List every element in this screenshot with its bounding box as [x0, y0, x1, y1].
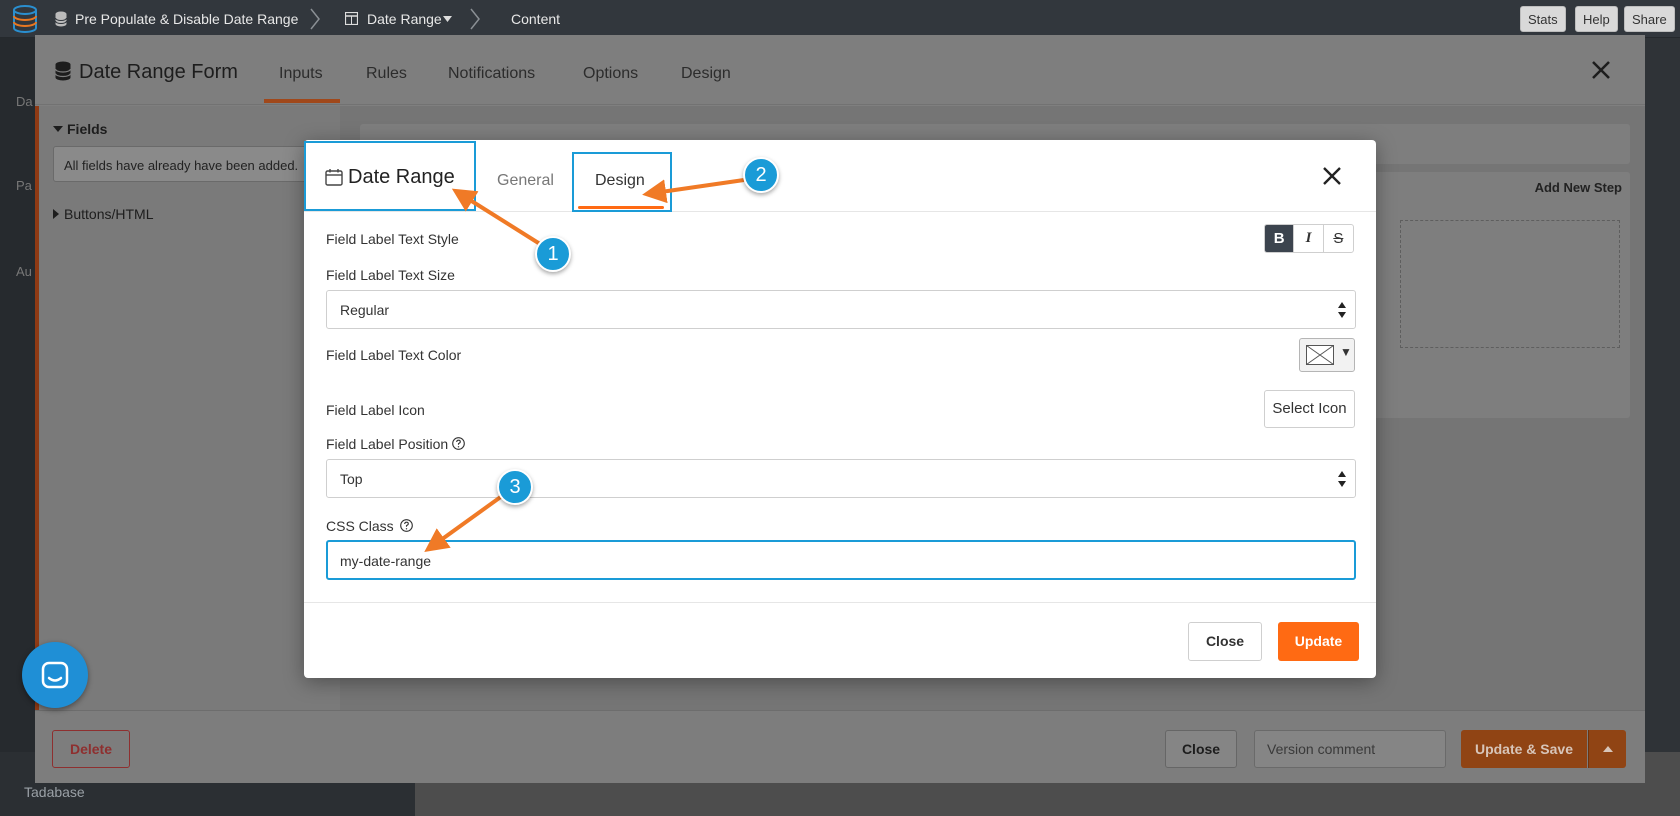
breadcrumb-table[interactable]: Date Range [367, 11, 442, 27]
fields-heading-label: Fields [67, 121, 108, 137]
strikethrough-button[interactable]: S [1324, 225, 1353, 252]
label-text-style-label: Field Label Text Style [326, 231, 459, 247]
tab-inputs[interactable]: Inputs [279, 65, 323, 83]
delete-button[interactable]: Delete [52, 730, 130, 768]
buttons-html-section[interactable]: Buttons/HTML [53, 206, 153, 222]
chevron-down-icon[interactable] [443, 16, 452, 22]
label-position-label: Field Label Position [326, 436, 449, 452]
form-editor-header: Date Range Form Inputs Rules Notificatio… [35, 35, 1645, 105]
caret-right-icon [53, 209, 59, 219]
css-class-label: CSS Class [326, 518, 394, 534]
add-new-step-link[interactable]: Add New Step [1535, 180, 1622, 195]
form-editor-footer: Delete Close Version comment Update & Sa… [35, 710, 1645, 783]
tab-general[interactable]: General [497, 172, 554, 190]
help-icon[interactable] [400, 519, 413, 532]
text-style-group: B I S [1264, 224, 1354, 253]
calendar-icon [325, 169, 343, 186]
close-icon[interactable] [1590, 59, 1612, 81]
select-arrows-icon [1338, 471, 1346, 487]
caret-down-icon [53, 126, 63, 132]
update-button[interactable]: Update [1278, 622, 1359, 661]
tab-options[interactable]: Options [583, 65, 638, 83]
chat-icon [41, 661, 69, 689]
tab-rules[interactable]: Rules [366, 65, 407, 83]
field-settings-modal: Date Range General Design Field Label Te… [304, 140, 1376, 678]
tab-design-field[interactable]: Design [595, 172, 645, 190]
field-settings-footer: Close Update [304, 602, 1376, 678]
brand-name: Tadabase [24, 784, 85, 800]
label-position-value: Top [340, 471, 363, 487]
buttons-html-label: Buttons/HTML [64, 206, 154, 222]
select-icon-button[interactable]: Select Icon [1264, 390, 1355, 428]
close-icon[interactable] [1322, 166, 1342, 186]
no-color-icon [1306, 345, 1334, 365]
color-picker[interactable]: ▼ [1299, 338, 1355, 372]
app-sidebar: Da Pa Au [0, 38, 35, 816]
breadcrumb-app[interactable]: Pre Populate & Disable Date Range [75, 11, 298, 27]
drop-zone [1400, 220, 1620, 348]
label-text-size-label: Field Label Text Size [326, 267, 455, 283]
sidebar-fragment: Pa [16, 178, 32, 193]
tab-notifications[interactable]: Notifications [448, 65, 535, 83]
table-icon [345, 12, 358, 25]
chat-launcher-button[interactable] [22, 642, 88, 708]
fields-panel: Fields All fields have already have been… [35, 106, 353, 710]
tadabase-logo-icon[interactable] [12, 4, 38, 34]
breadcrumb-page[interactable]: Content [511, 11, 560, 27]
sidebar-fragment: Da [16, 94, 33, 109]
annotation-badge-3: 3 [497, 469, 533, 505]
tab-design[interactable]: Design [681, 65, 731, 83]
css-class-input[interactable]: my-date-range [326, 540, 1356, 580]
label-icon-label: Field Label Icon [326, 402, 425, 418]
top-bar: Pre Populate & Disable Date Range Date R… [0, 0, 1680, 38]
stats-button[interactable]: Stats [1520, 6, 1566, 32]
help-icon[interactable] [452, 437, 465, 450]
share-button[interactable]: Share [1624, 6, 1675, 32]
field-settings-header: Date Range General Design [304, 140, 1376, 212]
close-button[interactable]: Close [1165, 730, 1237, 768]
label-text-size-value: Regular [340, 302, 390, 318]
select-arrows-icon [1338, 302, 1346, 318]
update-save-menu-button[interactable] [1588, 730, 1626, 768]
label-position-select[interactable]: Top [326, 459, 1356, 498]
version-comment-input[interactable]: Version comment [1254, 730, 1446, 768]
annotation-badge-1: 1 [535, 236, 571, 272]
form-editor-title: Date Range Form [79, 61, 238, 83]
bold-button[interactable]: B [1265, 225, 1295, 252]
database-icon [55, 61, 71, 81]
annotation-badge-2: 2 [743, 157, 779, 193]
update-save-button[interactable]: Update & Save [1461, 730, 1587, 768]
fields-heading[interactable]: Fields [53, 121, 107, 137]
active-tab-indicator [264, 99, 340, 103]
active-tab-indicator [578, 206, 664, 209]
italic-button[interactable]: I [1294, 225, 1324, 252]
sidebar-fragment: Au [16, 264, 32, 279]
caret-down-icon: ▼ [1340, 345, 1352, 359]
breadcrumb-separator-icon [310, 8, 320, 30]
label-text-color-label: Field Label Text Color [326, 347, 462, 363]
field-settings-title: Date Range [348, 166, 455, 188]
help-button[interactable]: Help [1575, 6, 1618, 32]
breadcrumb-separator-icon [470, 8, 480, 30]
database-icon [55, 11, 67, 27]
close-button[interactable]: Close [1188, 622, 1262, 661]
label-text-size-select[interactable]: Regular [326, 290, 1356, 329]
